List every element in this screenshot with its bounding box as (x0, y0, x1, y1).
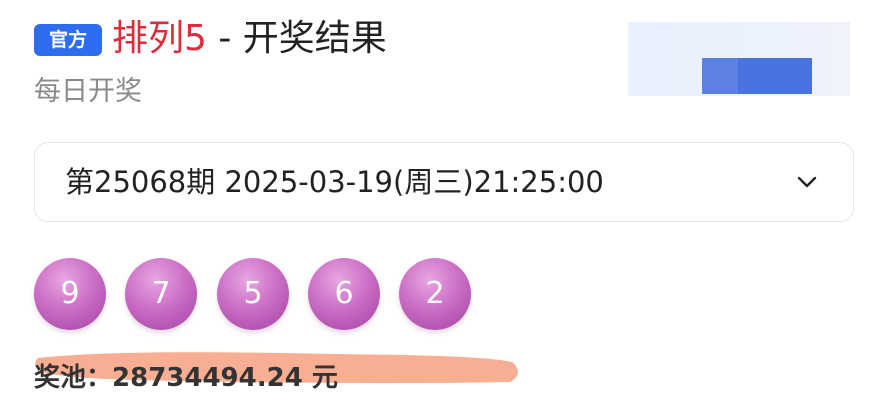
number-ball: 6 (308, 258, 380, 330)
number-ball: 5 (217, 258, 289, 330)
draw-frequency: 每日开奖 (34, 76, 142, 107)
game-name: 排列5 (112, 18, 207, 59)
title-suffix: - 开奖结果 (206, 18, 387, 59)
issue-selected-value: 第25068期 2025-03-19(周三)21:25:00 (65, 165, 604, 199)
chevron-down-icon (797, 176, 817, 188)
prize-pool-amount: 28734494.24 (112, 363, 303, 393)
ad-banner-block (702, 58, 812, 94)
number-ball: 2 (399, 258, 471, 330)
official-badge: 官方 (34, 24, 102, 56)
prize-pool-unit: 元 (311, 363, 338, 393)
prize-pool: 奖池：28734494.24 元 (34, 360, 338, 396)
prize-pool-label: 奖池： (34, 363, 113, 393)
number-ball: 7 (125, 258, 197, 330)
number-ball: 9 (34, 258, 106, 330)
page-title: 排列5 - 开奖结果 (112, 12, 387, 66)
winning-numbers: 9 7 5 6 2 (34, 258, 494, 332)
issue-selector[interactable]: 第25068期 2025-03-19(周三)21:25:00 (34, 142, 854, 222)
